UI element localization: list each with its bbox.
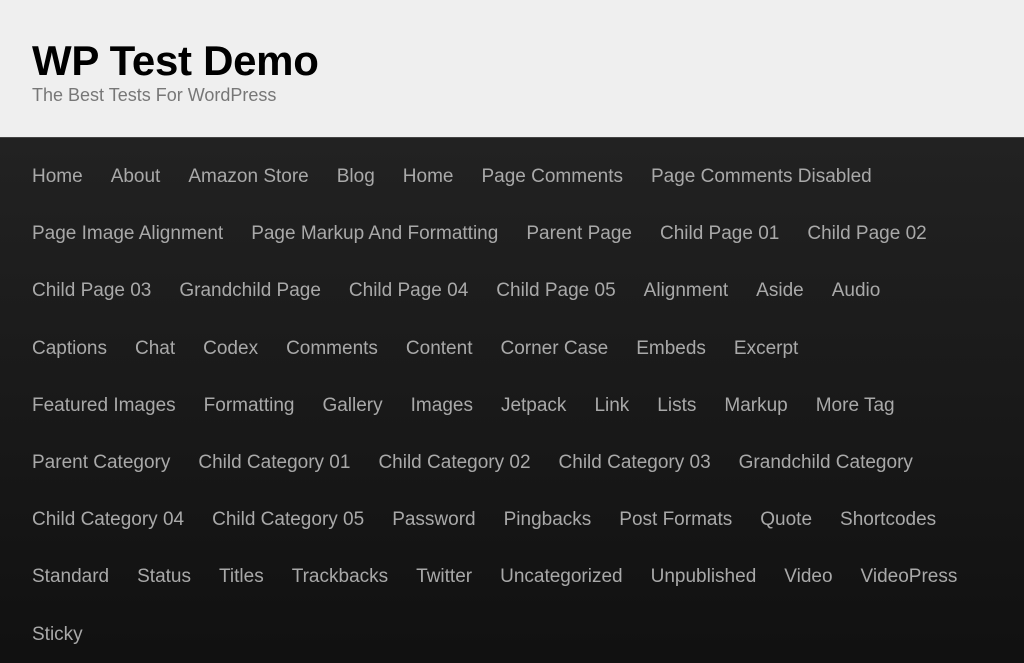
nav-menu-item[interactable]: Shortcodes [840,491,936,548]
site-header: WP Test Demo The Best Tests For WordPres… [0,0,1024,138]
nav-menu-item[interactable]: Status [137,548,191,605]
nav-menu-item[interactable]: Parent Page [526,205,632,262]
nav-menu-item[interactable]: Link [594,377,629,434]
nav-menu-item[interactable]: VideoPress [861,548,958,605]
nav-menu-item[interactable]: Gallery [322,377,382,434]
nav-menu-item[interactable]: Excerpt [734,320,798,377]
nav-menu-item[interactable]: Child Page 02 [807,205,926,262]
nav-menu-item[interactable]: Alignment [644,262,729,319]
nav-menu-item[interactable]: Embeds [636,320,706,377]
nav-menu-item[interactable]: Page Comments Disabled [651,148,872,205]
nav-menu-item[interactable]: Home [32,148,83,205]
nav-menu-item[interactable]: More Tag [816,377,895,434]
nav-menu-item[interactable]: Child Category 04 [32,491,184,548]
nav-menu-item[interactable]: Codex [203,320,258,377]
nav-menu-item[interactable]: Chat [135,320,175,377]
nav-menu-item[interactable]: Quote [760,491,812,548]
nav-menu-item[interactable]: Password [392,491,475,548]
nav-menu-item[interactable]: Child Category 05 [212,491,364,548]
nav-menu-item[interactable]: Comments [286,320,378,377]
nav-menu-item[interactable]: Video [784,548,832,605]
nav-menu-item[interactable]: Parent Category [32,434,170,491]
nav-menu-item[interactable]: Corner Case [500,320,608,377]
nav-menu-item[interactable]: Jetpack [501,377,566,434]
nav-menu-item[interactable]: Twitter [416,548,472,605]
nav-menu-item[interactable]: Sticky [32,606,83,663]
nav-menu-item[interactable]: Page Comments [481,148,623,205]
nav-menu-item[interactable]: Grandchild Category [739,434,913,491]
site-tagline: The Best Tests For WordPress [32,85,277,105]
site-title[interactable]: WP Test Demo [32,38,992,84]
nav-menu-item[interactable]: Child Category 03 [559,434,711,491]
nav-menu-item[interactable]: Unpublished [651,548,757,605]
nav-menu-item[interactable]: Aside [756,262,804,319]
nav-menu-item[interactable]: Child Page 04 [349,262,468,319]
nav-menu-item[interactable]: Captions [32,320,107,377]
nav-menu-item[interactable]: Page Markup And Formatting [251,205,498,262]
nav-menu-item[interactable]: Home [403,148,454,205]
nav-menu-item[interactable]: Content [406,320,473,377]
nav-menu-item[interactable]: Blog [337,148,375,205]
nav-menu-item[interactable]: Formatting [204,377,295,434]
nav-menu-item[interactable]: Images [411,377,473,434]
main-navigation: Home About Amazon Store Blog Home Page Commen… [0,138,1024,648]
nav-menu-item[interactable]: Child Page 05 [496,262,615,319]
nav-menu-item[interactable]: Trackbacks [292,548,388,605]
nav-menu-item[interactable]: Titles [219,548,264,605]
nav-menu-item[interactable]: Page Image Alignment [32,205,223,262]
nav-menu-item[interactable]: Markup [724,377,787,434]
nav-menu-item[interactable]: Child Page 03 [32,262,151,319]
nav-menu-item[interactable]: Pingbacks [504,491,592,548]
nav-menu: Home About Amazon Store Blog Home Page Commen… [32,148,992,663]
nav-menu-item[interactable]: Grandchild Page [179,262,321,319]
nav-menu-item[interactable]: Featured Images [32,377,176,434]
nav-menu-item[interactable]: Post Formats [619,491,732,548]
nav-menu-item[interactable]: Uncategorized [500,548,623,605]
nav-menu-item[interactable]: Standard [32,548,109,605]
nav-menu-item[interactable]: Child Category 01 [198,434,350,491]
nav-menu-item[interactable]: Lists [657,377,696,434]
nav-menu-item[interactable]: Amazon Store [188,148,308,205]
nav-menu-item[interactable]: Audio [832,262,881,319]
nav-menu-item[interactable]: Child Page 01 [660,205,779,262]
nav-menu-item[interactable]: Child Category 02 [378,434,530,491]
nav-menu-item[interactable]: About [111,148,161,205]
